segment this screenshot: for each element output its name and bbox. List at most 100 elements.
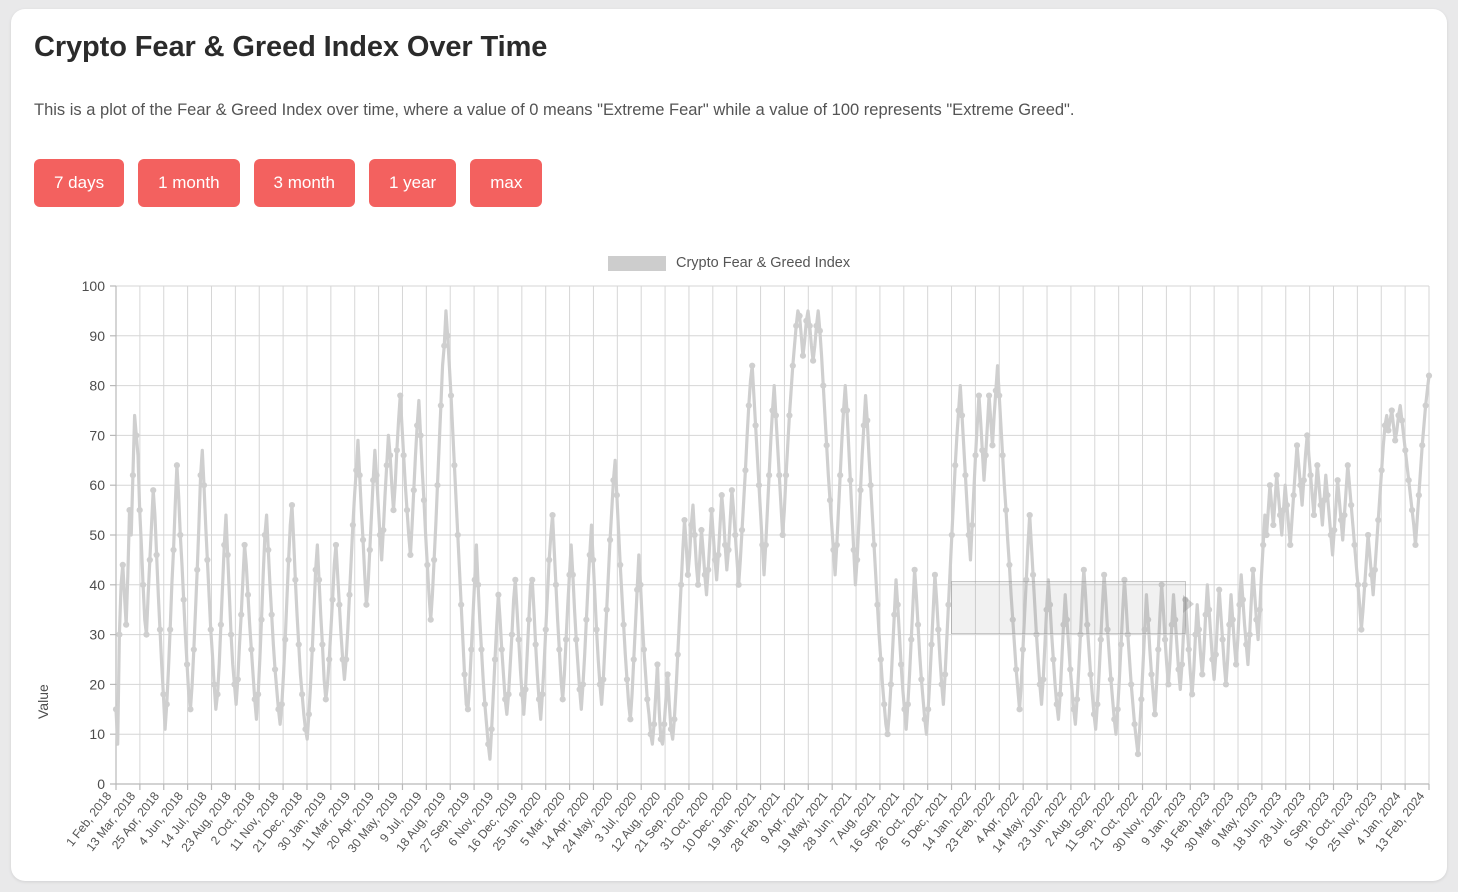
- series-data-point: [1422, 402, 1429, 409]
- series-data-point: [1273, 472, 1280, 479]
- series-data-point: [1253, 616, 1260, 623]
- series-data-point: [1128, 681, 1135, 688]
- series-data-point: [112, 706, 120, 713]
- series-data-point: [772, 412, 779, 419]
- series-data-point: [529, 576, 536, 583]
- series-data-point: [1185, 646, 1192, 653]
- series-data-point: [1425, 372, 1433, 379]
- series-data-point: [1114, 706, 1121, 713]
- series-data-point: [985, 392, 993, 399]
- y-axis-tick: 90: [89, 328, 105, 344]
- page-title: Crypto Fear & Greed Index Over Time: [34, 31, 548, 63]
- series-data-point: [380, 526, 387, 534]
- series-data-point: [282, 636, 289, 643]
- series-data-point: [857, 487, 864, 494]
- y-axis-tick: 70: [89, 427, 105, 443]
- series-data-point: [793, 322, 800, 329]
- series-data-point: [183, 661, 191, 668]
- series-data-point: [999, 452, 1006, 459]
- series-data-point: [1155, 646, 1162, 653]
- series-data-point: [941, 671, 949, 678]
- series-data-point: [227, 631, 235, 638]
- series-data-point: [1002, 507, 1010, 514]
- series-data-point: [654, 661, 661, 668]
- series-data-point: [336, 601, 343, 608]
- series-data-point: [650, 721, 658, 728]
- series-data-point: [430, 556, 438, 563]
- chart-container[interactable]: Crypto Fear & Greed Index Value 0 10 20 30 4…: [11, 239, 1447, 881]
- series-data-point: [884, 731, 891, 738]
- series-data-point: [921, 716, 928, 723]
- series-data-point: [982, 452, 989, 459]
- series-data-point: [414, 422, 421, 429]
- series-data-point: [420, 497, 428, 504]
- series-data-point: [1260, 541, 1267, 549]
- series-data-point: [1385, 427, 1392, 434]
- series-data-point: [870, 541, 878, 549]
- series-data-point: [1222, 681, 1230, 688]
- series-data-point: [786, 412, 793, 419]
- series-data-point: [319, 641, 326, 648]
- series-data-point: [485, 741, 492, 748]
- series-data-point: [897, 661, 905, 668]
- range-button-3-month[interactable]: 3 month: [253, 159, 355, 207]
- series-data-point: [1358, 626, 1365, 633]
- range-button-max[interactable]: max: [470, 159, 543, 207]
- series-data-point: [343, 656, 350, 663]
- series-data-point: [312, 566, 319, 573]
- series-data-point: [1016, 706, 1023, 713]
- chart-selection-box[interactable]: [951, 581, 1186, 634]
- range-button-1-year[interactable]: 1 year: [368, 159, 457, 207]
- series-data-point: [1266, 482, 1274, 489]
- series-data-point: [512, 576, 519, 583]
- series-data-point: [1070, 706, 1077, 713]
- series-data-point: [464, 706, 472, 713]
- range-button-1-month[interactable]: 1 month: [138, 159, 240, 207]
- series-data-point: [911, 566, 918, 573]
- chart-plot[interactable]: 01020304050607080901001 Feb, 201813 Mar,…: [11, 239, 1447, 881]
- series-data-point: [133, 432, 140, 439]
- range-button-7-days[interactable]: 7 days: [34, 159, 125, 207]
- series-data-point: [874, 601, 881, 608]
- series-data-point: [451, 462, 458, 469]
- series-data-point: [424, 561, 431, 568]
- series-data-point: [139, 581, 147, 588]
- series-data-point: [1351, 541, 1358, 549]
- series-data-point: [1195, 626, 1202, 633]
- series-data-point: [918, 676, 925, 683]
- series-data-point: [766, 472, 773, 479]
- series-data-point: [1419, 442, 1426, 449]
- series-data-point: [938, 681, 945, 688]
- series-data-point: [1348, 502, 1355, 509]
- series-data-point: [1314, 462, 1321, 469]
- series-data-point: [363, 601, 370, 608]
- series-data-point: [268, 611, 275, 618]
- series-data-point: [302, 726, 309, 733]
- series-data-point: [847, 477, 854, 484]
- series-data-point: [309, 646, 316, 653]
- series-data-point: [244, 591, 252, 598]
- series-data-point: [1090, 711, 1098, 718]
- series-data-point: [525, 616, 532, 623]
- series-data-point: [640, 646, 648, 653]
- series-data-point: [684, 571, 691, 578]
- series-data-point: [332, 541, 340, 549]
- series-data-point: [258, 616, 265, 623]
- series-data-point: [694, 581, 702, 588]
- series-data-point: [1412, 541, 1419, 549]
- series-data-point: [1293, 442, 1301, 449]
- series-data-point: [610, 477, 617, 484]
- series-data-point: [1013, 666, 1020, 673]
- series-data-point: [119, 561, 126, 568]
- series-data-point: [1067, 666, 1074, 673]
- series-data-point: [688, 521, 695, 529]
- series-data-point: [725, 546, 732, 554]
- series-data-point: [1402, 447, 1409, 454]
- series-data-point: [478, 646, 485, 653]
- series-data-point: [488, 726, 495, 733]
- series-data-point: [657, 736, 664, 743]
- series-data-point: [214, 691, 221, 698]
- series-data-point: [461, 671, 468, 678]
- series-data-point: [200, 482, 208, 489]
- series-data-point: [1256, 606, 1263, 613]
